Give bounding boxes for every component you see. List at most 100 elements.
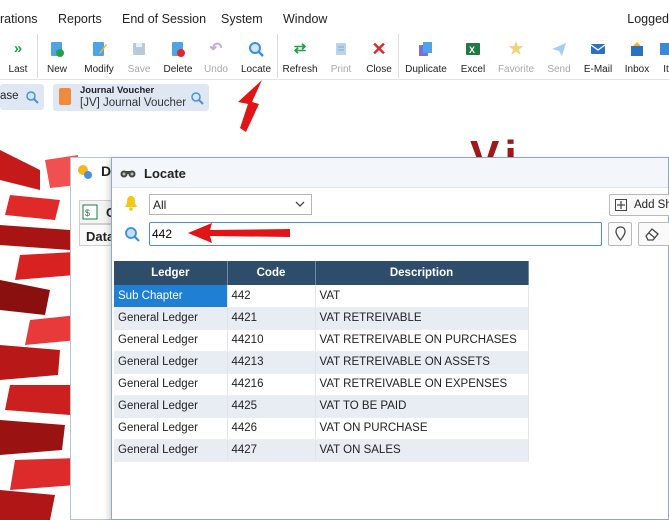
- ledger-cell[interactable]: General Ledger: [114, 373, 228, 396]
- excel-icon: X: [464, 40, 482, 58]
- table-row[interactable]: General Ledger 44216 VAT RETREIVABLE ON …: [114, 373, 529, 396]
- table-header-row: Ledger Code Description: [114, 261, 529, 285]
- ledger-cell[interactable]: General Ledger: [114, 417, 228, 440]
- table-row[interactable]: General Ledger 4425 VAT TO BE PAID: [114, 395, 529, 418]
- locate-dialog: Locate All Add Sh Ledger Code Descriptio…: [111, 157, 669, 520]
- tab-journal-voucher[interactable]: Journal Voucher [JV] Journal Voucher: [53, 84, 209, 111]
- print-button[interactable]: Print: [328, 32, 354, 80]
- close-button[interactable]: ✕ Close: [365, 32, 393, 80]
- ledger-cell[interactable]: General Ledger: [114, 439, 228, 462]
- location-pin-button[interactable]: [608, 222, 632, 246]
- table-row[interactable]: Sub Chapter 442 VAT: [114, 285, 529, 308]
- undo-label: Undo: [204, 64, 228, 75]
- ledger-filter-value: All: [153, 198, 167, 212]
- toolbar-separator: [277, 34, 278, 78]
- table-row[interactable]: General Ledger 4426 VAT ON PURCHASE: [114, 417, 529, 440]
- column-header-code[interactable]: Code: [227, 261, 316, 285]
- locate-dialog-titlebar: Locate: [112, 158, 668, 188]
- clear-search-button[interactable]: [638, 222, 669, 246]
- annotation-arrow-left: [188, 223, 290, 243]
- table-row[interactable]: General Ledger 44210 VAT RETREIVABLE ON …: [114, 329, 529, 352]
- table-row[interactable]: General Ledger 4427 VAT ON SALES: [114, 439, 529, 462]
- add-shortcut-label: Add Sh: [634, 199, 669, 211]
- locate-icon: [247, 40, 265, 58]
- description-cell[interactable]: VAT: [315, 285, 529, 308]
- locate-button[interactable]: Locate: [240, 32, 272, 80]
- item-icon: [657, 40, 669, 58]
- toolbar-separator: [37, 34, 38, 78]
- duplicate-button[interactable]: Duplicate: [403, 32, 449, 80]
- ledger-cell[interactable]: General Ledger: [114, 329, 228, 352]
- ledger-cell[interactable]: General Ledger: [114, 395, 228, 418]
- table-row[interactable]: General Ledger 4421 VAT RETREIVABLE: [114, 307, 529, 330]
- menu-system[interactable]: System: [221, 12, 263, 26]
- column-header-ledger[interactable]: Ledger: [114, 261, 228, 285]
- last-button[interactable]: » Last: [5, 32, 31, 80]
- description-cell[interactable]: VAT ON PURCHASE: [315, 417, 529, 440]
- document-icon: [59, 88, 71, 105]
- ledger-cell[interactable]: General Ledger: [114, 307, 228, 330]
- description-cell[interactable]: VAT RETREIVABLE: [315, 307, 529, 330]
- save-icon: [130, 40, 148, 58]
- description-cell[interactable]: VAT RETREIVABLE ON ASSETS: [315, 351, 529, 374]
- search-icon: [125, 227, 140, 242]
- tab-partial[interactable]: ase: [0, 84, 44, 110]
- column-header-description[interactable]: Description: [315, 261, 529, 285]
- item-button[interactable]: It: [659, 32, 669, 80]
- email-button[interactable]: E-Mail: [582, 32, 614, 80]
- refresh-button[interactable]: ⇄ Refresh: [282, 32, 318, 80]
- code-cell[interactable]: 4427: [227, 439, 316, 462]
- svg-text:$: $: [85, 208, 90, 218]
- duplicate-icon: [417, 40, 435, 58]
- code-cell[interactable]: 44210: [227, 329, 316, 352]
- code-cell[interactable]: 44216: [227, 373, 316, 396]
- send-button[interactable]: Send: [546, 32, 572, 80]
- bell-icon: [125, 196, 137, 211]
- new-icon: [48, 40, 66, 58]
- chevron-down-icon: [295, 201, 305, 207]
- add-shortcut-button[interactable]: Add Sh: [609, 194, 669, 216]
- undo-button[interactable]: ↶ Undo: [203, 32, 229, 80]
- code-cell[interactable]: 442: [227, 285, 316, 308]
- print-icon: [332, 40, 350, 58]
- modify-button[interactable]: Modify: [80, 32, 118, 80]
- menu-operations[interactable]: rations: [0, 12, 38, 26]
- inbox-icon: [628, 40, 646, 58]
- locate-label: Locate: [240, 64, 272, 75]
- ledger-cell[interactable]: Sub Chapter: [114, 285, 228, 308]
- ledger-cell[interactable]: General Ledger: [114, 351, 228, 374]
- excel-label: Excel: [460, 64, 486, 75]
- print-label: Print: [330, 64, 352, 75]
- code-cell[interactable]: 4421: [227, 307, 316, 330]
- new-label: New: [46, 64, 67, 75]
- inbox-button[interactable]: Inbox: [622, 32, 652, 80]
- code-cell[interactable]: 4425: [227, 395, 316, 418]
- code-cell[interactable]: 4426: [227, 417, 316, 440]
- delete-button[interactable]: Delete: [161, 32, 195, 80]
- favorite-button[interactable]: ★ Favorite: [496, 32, 536, 80]
- description-cell[interactable]: VAT RETREIVABLE ON PURCHASES: [315, 329, 529, 352]
- ledger-filter-select[interactable]: All: [149, 194, 312, 215]
- undo-icon: ↶: [209, 40, 223, 57]
- menu-reports[interactable]: Reports: [58, 12, 102, 26]
- spreadsheet-icon: $: [82, 204, 98, 220]
- background-artwork: [0, 150, 78, 520]
- excel-button[interactable]: X Excel: [459, 32, 487, 80]
- description-cell[interactable]: VAT TO BE PAID: [315, 395, 529, 418]
- new-button[interactable]: New: [44, 32, 70, 80]
- description-cell[interactable]: VAT RETREIVABLE ON EXPENSES: [315, 373, 529, 396]
- locate-dialog-title: Locate: [144, 166, 186, 181]
- code-cell[interactable]: 44213: [227, 351, 316, 374]
- tab-journal-voucher-title: Journal Voucher: [80, 85, 155, 96]
- logged-user-label: Logged: [627, 12, 669, 26]
- table-row[interactable]: General Ledger 44213 VAT RETREIVABLE ON …: [114, 351, 529, 374]
- description-cell[interactable]: VAT ON SALES: [315, 439, 529, 462]
- menu-end-of-session[interactable]: End of Session: [122, 12, 206, 26]
- search-icon: [191, 92, 204, 105]
- menu-window[interactable]: Window: [283, 12, 327, 26]
- svg-text:X: X: [469, 45, 475, 55]
- locate-results-table: Ledger Code Description Sub Chapter 442 …: [114, 261, 529, 462]
- email-icon: [589, 40, 607, 58]
- save-button[interactable]: Save: [126, 32, 152, 80]
- delete-icon: [169, 40, 187, 58]
